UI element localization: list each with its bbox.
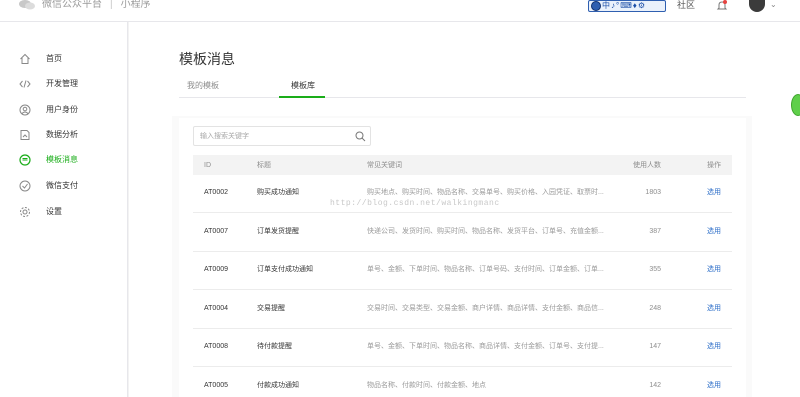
sidebar-item-label: 微信支付 [46,181,78,190]
template-title: 购买成功通知 [257,189,299,196]
gear-icon [20,207,30,217]
top-bar: 微信公众平台 | 小程序 中 ♪ ° ⌨ ♦ ⚙ 社区 ⌄ [0,0,800,22]
table-row: AT0008 待付款提醒 单号、金额、下单时间、物品名称、商品详情、支付金额、订… [193,329,732,367]
select-template-button[interactable]: 选用 [707,265,721,275]
user-icon [19,104,31,116]
template-id: AT0008 [204,343,228,350]
template-keywords: 购买地点、购买时间、物品名称、交易单号、购买价格、入园凭证、取票时... [367,189,604,196]
select-template-button[interactable]: 选用 [707,342,721,352]
template-title: 付款成功通知 [257,382,299,389]
sidebar-item-dev[interactable]: 开发管理 [0,73,127,95]
table-row: AT0005 付款成功通知 物品名称、付款时间、付款金额、地点 142 选用 [193,368,732,397]
ime-skin-icon[interactable]: ♦ [633,1,637,11]
ime-toolbar[interactable]: 中 ♪ ° ⌨ ♦ ⚙ [588,0,666,12]
table-row: AT0004 交易提醒 交易时间、交易类型、交易金额、商户详情、商品详情、支付金… [193,291,732,329]
ime-music-icon[interactable]: ♪ [611,1,615,11]
template-keywords: 单号、金额、下单时间、物品名称、商品详情、支付金额、订单号、支付提... [367,343,604,350]
wechat-logo-icon [19,0,35,10]
active-tab-indicator [279,96,325,98]
home-icon [20,53,30,64]
table-row: AT0007 订单发货提醒 快递公司、发货时间、购买时间、物品名称、发货平台、订… [193,214,732,252]
brand: 微信公众平台 | 小程序 [42,0,151,10]
sidebar-item-users[interactable]: 用户身份 [0,99,127,121]
sidebar: 首页 开发管理 用户身份 数据分析 模板消息 微信支付 设置 [0,22,128,397]
ime-keyboard-icon[interactable]: ⌨ [620,1,632,11]
brand-separator: | [110,0,113,10]
template-id: AT0009 [204,266,228,273]
main-content: 模板消息 我的模板 模板库 ID 标题 常见关键词 使用人数 操作 AT0002… [129,22,800,397]
tab-template-library[interactable]: 模板库 [291,81,315,91]
table-row: AT0009 订单支付成功通知 单号、金额、下单时间、物品名称、订单号码、支付时… [193,252,732,290]
community-link[interactable]: 社区 [677,0,695,10]
select-template-button[interactable]: 选用 [707,381,721,391]
usage-count: 355 [649,266,661,273]
sidebar-item-home[interactable]: 首页 [0,48,127,70]
search-input[interactable] [200,131,340,142]
watermark: http://blog.csdn.net/walkingmanc [330,199,500,208]
usage-count: 387 [649,228,661,235]
avatar[interactable] [749,0,765,12]
message-icon [19,154,31,166]
search-icon[interactable] [355,131,366,142]
select-template-button[interactable]: 选用 [707,304,721,314]
tab-my-templates[interactable]: 我的模板 [187,81,219,91]
select-template-button[interactable]: 选用 [707,188,721,198]
payment-icon [19,180,31,192]
column-header-action: 操作 [707,162,721,169]
template-title: 订单支付成功通知 [257,266,313,273]
column-header-keywords: 常见关键词 [367,162,402,169]
ime-settings-icon[interactable]: ⚙ [638,1,645,11]
sidebar-item-label: 设置 [46,207,62,216]
usage-count: 1803 [645,189,661,196]
template-title: 待付款提醒 [257,343,292,350]
template-keywords: 快递公司、发货时间、购买时间、物品名称、发货平台、订单号、充值金额... [367,228,604,235]
search-box[interactable] [193,126,371,146]
sidebar-item-pay[interactable]: 微信支付 [0,175,127,197]
template-keywords: 交易时间、交易类型、交易金额、商户详情、商品详情、支付金额、商品信... [367,305,604,312]
bell-icon[interactable] [716,0,728,12]
product-name: 小程序 [120,0,151,10]
column-header-title: 标题 [257,162,271,169]
sidebar-item-analytics[interactable]: 数据分析 [0,124,127,146]
template-id: AT0002 [204,189,228,196]
floating-help-button[interactable] [791,94,800,116]
sidebar-item-label: 开发管理 [46,79,78,88]
column-header-id: ID [204,162,211,169]
code-icon [19,80,31,88]
sidebar-item-label: 模板消息 [46,155,78,164]
usage-count: 142 [649,382,661,389]
template-keywords: 物品名称、付款时间、付款金额、地点 [367,382,486,389]
tab-bar: 我的模板 模板库 [179,78,746,98]
template-title: 交易提醒 [257,305,285,312]
column-header-uses: 使用人数 [633,162,661,169]
brand-name[interactable]: 微信公众平台 [42,0,102,10]
sidebar-item-settings[interactable]: 设置 [0,201,127,223]
template-id: AT0007 [204,228,228,235]
usage-count: 147 [649,343,661,350]
usage-count: 248 [649,305,661,312]
page-title: 模板消息 [179,51,235,67]
sidebar-item-label: 数据分析 [46,130,78,139]
template-id: AT0005 [204,382,228,389]
table-header: ID 标题 常见关键词 使用人数 操作 [193,155,732,175]
template-id: AT0004 [204,305,228,312]
sidebar-item-label: 首页 [46,54,62,63]
ime-logo-icon[interactable] [591,1,601,11]
sidebar-item-template-msg[interactable]: 模板消息 [0,149,127,171]
chart-icon [20,130,30,140]
template-title: 订单发货提醒 [257,228,299,235]
template-keywords: 单号、金额、下单时间、物品名称、订单号码、支付时间、订单金额、订单... [367,266,604,273]
sidebar-item-label: 用户身份 [46,105,78,114]
chevron-down-icon[interactable]: ⌄ [770,0,777,10]
select-template-button[interactable]: 选用 [707,227,721,237]
ime-mode-icon[interactable]: 中 [602,1,610,11]
ime-punct-icon[interactable]: ° [616,1,619,11]
